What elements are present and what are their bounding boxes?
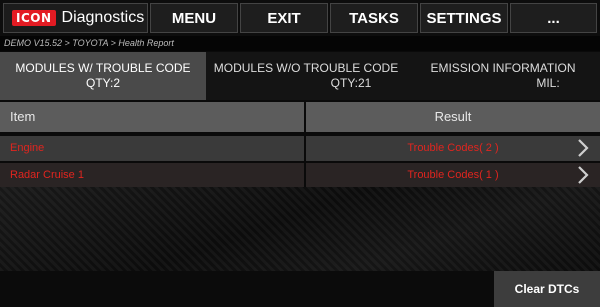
report-tabs: MODULES W/ TROUBLE CODE QTY:2 MODULES W/…: [0, 52, 600, 100]
chevron-right-icon: [578, 166, 589, 184]
tasks-button[interactable]: TASKS: [330, 3, 418, 33]
icon-logo: ICON: [12, 10, 56, 26]
clear-dtcs-button[interactable]: Clear DTCs: [494, 271, 600, 307]
menu-button[interactable]: MENU: [150, 3, 238, 33]
tab-qty: QTY:21: [330, 76, 372, 90]
result-text: Trouble Codes( 1 ): [407, 169, 499, 181]
exit-button[interactable]: EXIT: [240, 3, 328, 33]
result-text: Trouble Codes( 2 ): [407, 142, 499, 154]
tab-qty: QTY:2: [85, 76, 120, 90]
column-header-result: Result: [306, 102, 600, 132]
app-title: Diagnostics: [61, 9, 145, 26]
chevron-right-icon: [578, 139, 589, 157]
tab-label: MODULES W/ TROUBLE CODE: [15, 61, 191, 75]
table-row-result[interactable]: Trouble Codes( 2 ): [306, 136, 600, 161]
settings-button[interactable]: SETTINGS: [420, 3, 508, 33]
column-header-item: Item: [0, 102, 304, 132]
table-row-item[interactable]: Radar Cruise 1: [0, 163, 304, 188]
tab-label: MODULES W/O TROUBLE CODE: [213, 61, 399, 75]
top-bar: ICON Diagnostics MENU EXIT TASKS SETTING…: [0, 0, 600, 36]
tab-modules-with-codes[interactable]: MODULES W/ TROUBLE CODE QTY:2: [0, 52, 206, 100]
tab-mil: MIL:: [536, 76, 560, 90]
tab-label: EMISSION INFORMATION: [430, 61, 576, 75]
tab-modules-without-codes[interactable]: MODULES W/O TROUBLE CODE QTY:21: [208, 52, 404, 100]
table-row-item[interactable]: Engine: [0, 136, 304, 161]
table-row-result[interactable]: Trouble Codes( 1 ): [306, 163, 600, 188]
app-brand: ICON Diagnostics: [3, 3, 148, 33]
tab-emission-information[interactable]: EMISSION INFORMATION MIL:: [406, 52, 600, 100]
empty-list-area: [0, 187, 600, 271]
more-button[interactable]: ...: [510, 3, 597, 33]
breadcrumb: DEMO V15.52 > TOYOTA > Health Report: [0, 36, 600, 51]
